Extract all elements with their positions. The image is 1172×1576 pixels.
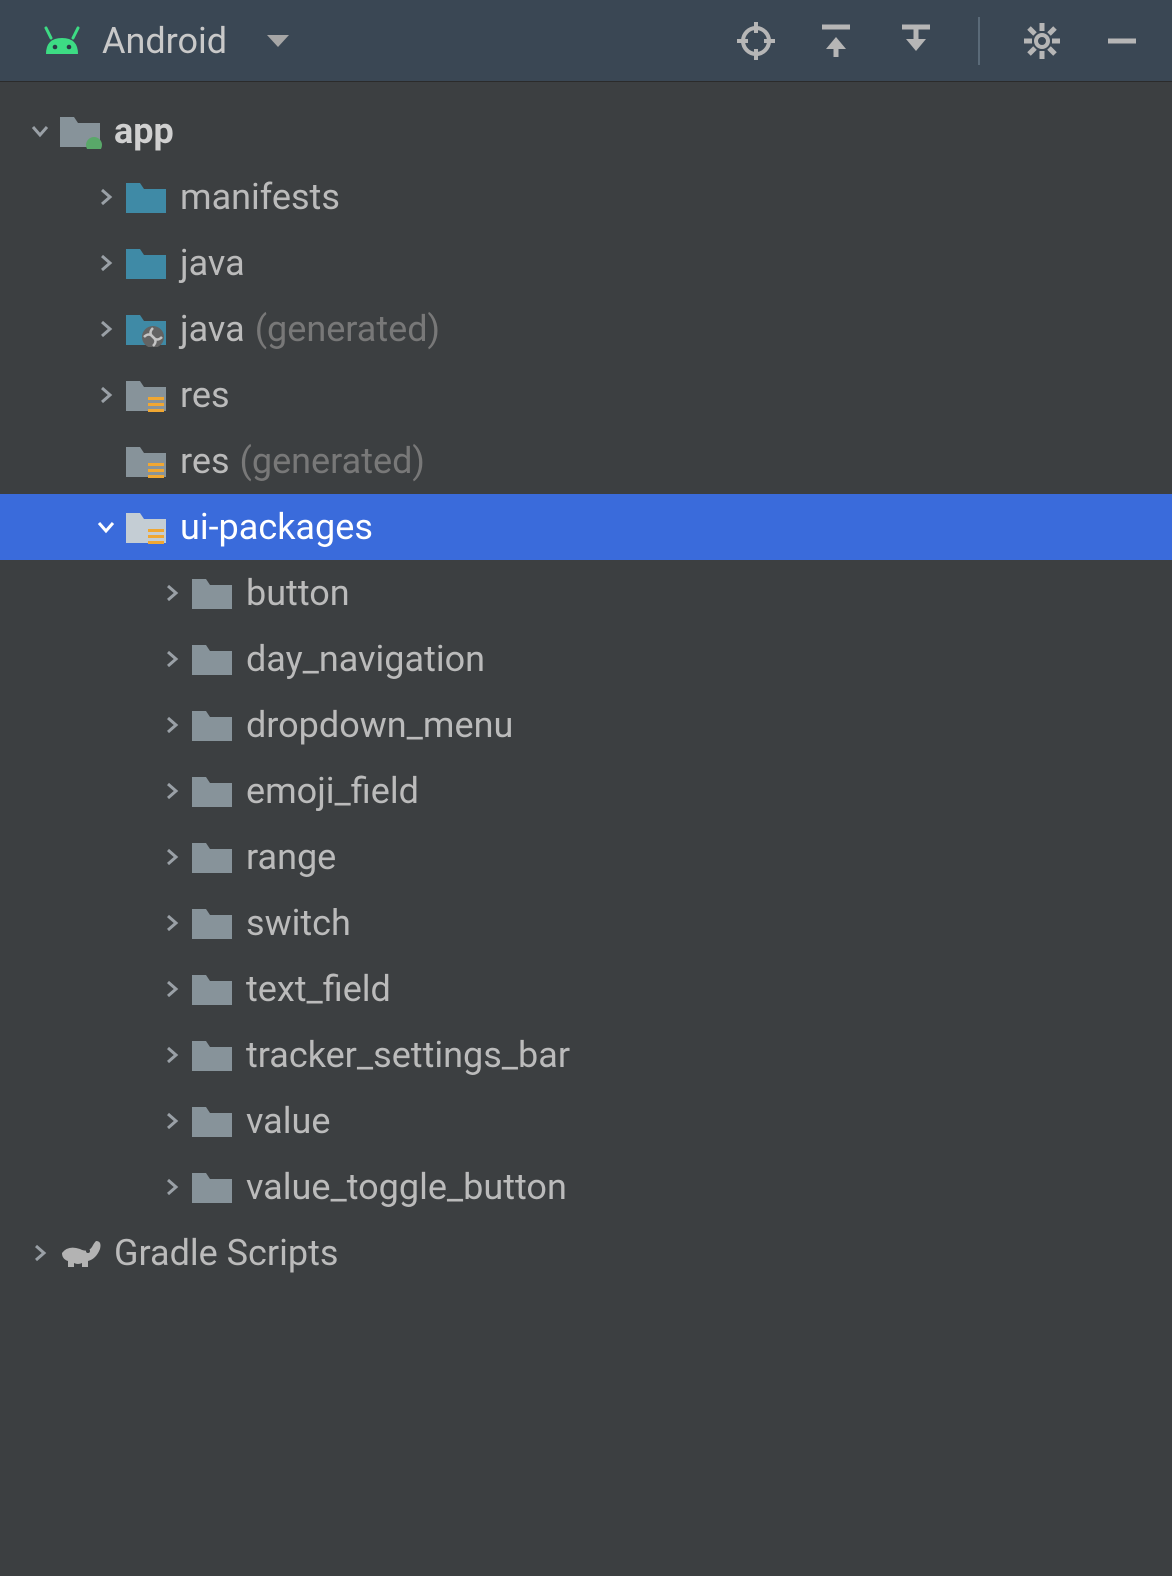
tree-node-label: range bbox=[246, 836, 336, 878]
chevron-right-icon[interactable] bbox=[154, 714, 190, 736]
tree-node-label: switch bbox=[246, 902, 351, 944]
chevron-right-icon[interactable] bbox=[88, 318, 124, 340]
tree-node-java[interactable]: java bbox=[0, 230, 1172, 296]
chevron-right-icon[interactable] bbox=[154, 978, 190, 1000]
chevron-right-icon[interactable] bbox=[154, 780, 190, 802]
folder-icon bbox=[190, 575, 234, 611]
chevron-right-icon[interactable] bbox=[154, 912, 190, 934]
tree-node-label: value_toggle_button bbox=[246, 1166, 567, 1208]
resource-folder-icon bbox=[124, 377, 168, 413]
tree-node-label: res bbox=[180, 374, 230, 416]
folder-icon bbox=[190, 905, 234, 941]
folder-icon bbox=[190, 773, 234, 809]
project-view-toolbar: Android bbox=[0, 0, 1172, 82]
generated-folder-icon bbox=[124, 311, 168, 347]
tree-node-label: day_navigation bbox=[246, 638, 485, 680]
tree-node-label: Gradle Scripts bbox=[114, 1232, 338, 1274]
tree-node-java-generated[interactable]: java (generated) bbox=[0, 296, 1172, 362]
chevron-right-icon[interactable] bbox=[154, 582, 190, 604]
chevron-down-icon[interactable] bbox=[88, 516, 124, 538]
toolbar-divider bbox=[978, 17, 980, 65]
chevron-down-icon[interactable] bbox=[22, 120, 58, 142]
tree-node-label: value bbox=[246, 1100, 330, 1142]
dropdown-caret-icon bbox=[265, 32, 291, 50]
target-icon[interactable] bbox=[734, 19, 778, 63]
tree-node-day-navigation[interactable]: day_navigation bbox=[0, 626, 1172, 692]
tree-node-label: app bbox=[114, 110, 174, 152]
gear-icon[interactable] bbox=[1020, 19, 1064, 63]
android-icon bbox=[40, 26, 84, 56]
tree-node-res[interactable]: res bbox=[0, 362, 1172, 428]
folder-icon bbox=[124, 245, 168, 281]
chevron-right-icon[interactable] bbox=[22, 1242, 58, 1264]
tree-node-label: button bbox=[246, 572, 350, 614]
folder-icon bbox=[124, 179, 168, 215]
tree-node-emoji-field[interactable]: emoji_field bbox=[0, 758, 1172, 824]
tree-node-range[interactable]: range bbox=[0, 824, 1172, 890]
folder-icon bbox=[190, 1169, 234, 1205]
minimize-icon[interactable] bbox=[1100, 19, 1144, 63]
chevron-right-icon[interactable] bbox=[154, 648, 190, 670]
tree-node-value-toggle-button[interactable]: value_toggle_button bbox=[0, 1154, 1172, 1220]
expand-up-icon[interactable] bbox=[814, 19, 858, 63]
folder-icon bbox=[190, 641, 234, 677]
tree-node-label: text_field bbox=[246, 968, 391, 1010]
chevron-right-icon[interactable] bbox=[88, 384, 124, 406]
tree-node-text-field[interactable]: text_field bbox=[0, 956, 1172, 1022]
folder-icon bbox=[190, 971, 234, 1007]
tree-node-value[interactable]: value bbox=[0, 1088, 1172, 1154]
chevron-right-icon[interactable] bbox=[154, 1110, 190, 1132]
tree-node-label: emoji_field bbox=[246, 770, 419, 812]
tree-node-tracker-settings-bar[interactable]: tracker_settings_bar bbox=[0, 1022, 1172, 1088]
tree-node-label: manifests bbox=[180, 176, 340, 218]
tree-node-app[interactable]: app bbox=[0, 98, 1172, 164]
folder-icon bbox=[190, 1103, 234, 1139]
collapse-down-icon[interactable] bbox=[894, 19, 938, 63]
tree-node-label: tracker_settings_bar bbox=[246, 1034, 570, 1076]
folder-icon bbox=[190, 707, 234, 743]
chevron-right-icon[interactable] bbox=[154, 1044, 190, 1066]
chevron-right-icon[interactable] bbox=[88, 186, 124, 208]
tree-node-ui-packages[interactable]: ui-packages bbox=[0, 494, 1172, 560]
chevron-right-icon[interactable] bbox=[154, 846, 190, 868]
tree-node-label: java bbox=[180, 308, 245, 350]
tree-node-label: java bbox=[180, 242, 245, 284]
tree-node-dropdown-menu[interactable]: dropdown_menu bbox=[0, 692, 1172, 758]
tree-node-label: res bbox=[180, 440, 230, 482]
chevron-right-icon[interactable] bbox=[88, 252, 124, 274]
gradle-icon bbox=[58, 1235, 104, 1271]
view-name: Android bbox=[102, 20, 227, 62]
tree-node-switch[interactable]: switch bbox=[0, 890, 1172, 956]
view-selector[interactable]: Android bbox=[40, 20, 734, 62]
tree-node-suffix: (generated) bbox=[255, 308, 440, 350]
tree-node-res-generated[interactable]: res (generated) bbox=[0, 428, 1172, 494]
resource-folder-icon bbox=[124, 443, 168, 479]
tree-node-gradle-scripts[interactable]: Gradle Scripts bbox=[0, 1220, 1172, 1286]
tree-node-button[interactable]: button bbox=[0, 560, 1172, 626]
tree-node-manifests[interactable]: manifests bbox=[0, 164, 1172, 230]
tree-node-label: ui-packages bbox=[180, 506, 373, 548]
chevron-right-icon[interactable] bbox=[154, 1176, 190, 1198]
resource-folder-icon bbox=[124, 509, 168, 545]
folder-icon bbox=[190, 1037, 234, 1073]
tree-node-suffix: (generated) bbox=[240, 440, 425, 482]
tree-node-label: dropdown_menu bbox=[246, 704, 513, 746]
module-folder-icon bbox=[58, 113, 102, 149]
project-tree: app manifests java java (generated) res … bbox=[0, 82, 1172, 1286]
folder-icon bbox=[190, 839, 234, 875]
